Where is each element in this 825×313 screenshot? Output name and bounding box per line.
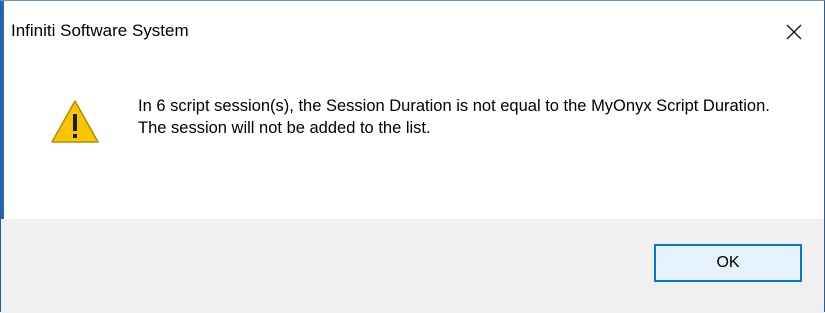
close-button[interactable] bbox=[764, 1, 824, 63]
ok-button-label: OK bbox=[716, 254, 740, 271]
dialog-content: In 6 script session(s), the Session Dura… bbox=[1, 63, 824, 219]
message-text: In 6 script session(s), the Session Dura… bbox=[138, 97, 770, 137]
close-icon bbox=[786, 24, 802, 40]
title-bar[interactable]: Infiniti Software System bbox=[1, 1, 824, 63]
message-dialog: Infiniti Software System In 6 script ses… bbox=[0, 0, 825, 313]
ok-button[interactable]: OK bbox=[654, 244, 802, 282]
warning-icon bbox=[51, 100, 99, 143]
window-title: Infiniti Software System bbox=[11, 21, 189, 40]
button-bar: OK bbox=[1, 219, 824, 313]
